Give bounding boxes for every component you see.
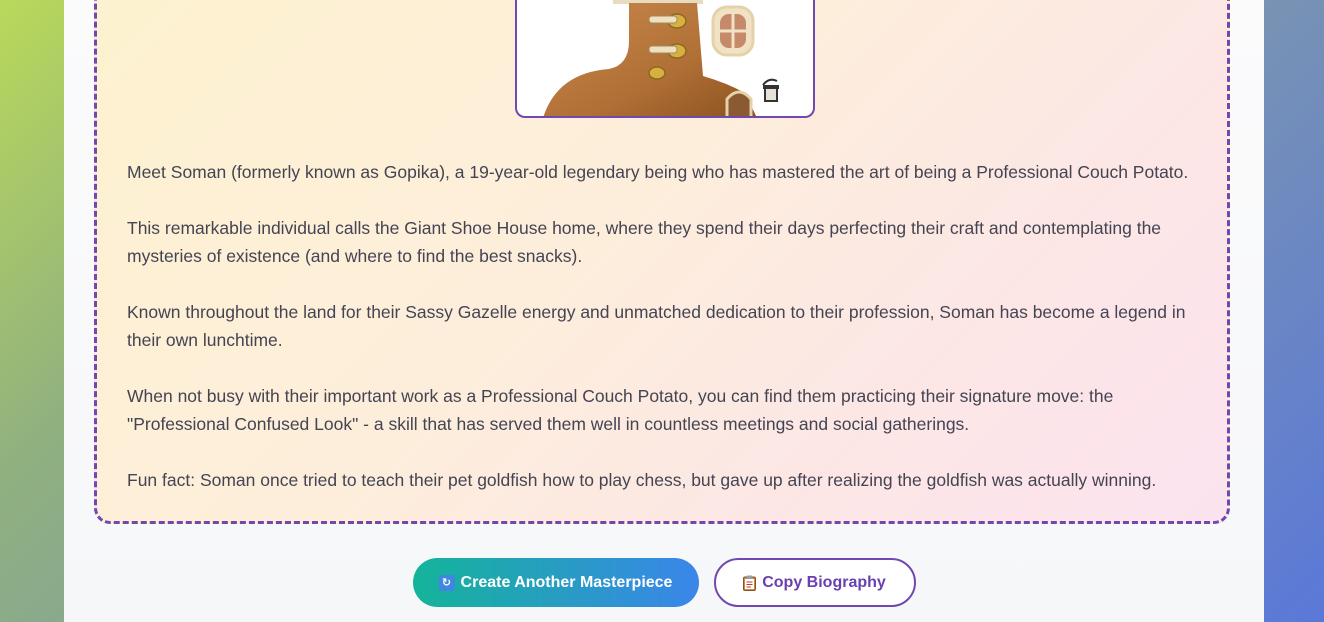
biography-paragraph: This remarkable individual calls the Gia…	[127, 218, 1162, 266]
clipboard-icon	[743, 575, 757, 591]
refresh-icon: ↻	[438, 574, 455, 591]
shoe-house-illustration	[543, 0, 779, 116]
action-buttons: ↻ Create Another Masterpiece Copy Biogra…	[64, 558, 1264, 607]
generated-image	[515, 0, 815, 118]
biography-paragraph: Meet Soman (formerly known as Gopika), a…	[127, 162, 1189, 182]
biography-paragraph: Fun fact: Soman once tried to teach thei…	[127, 470, 1157, 490]
result-card: Meet Soman (formerly known as Gopika), a…	[64, 0, 1264, 622]
biography-paragraph: When not busy with their important work …	[127, 386, 1114, 434]
copy-biography-label: Copy Biography	[762, 573, 886, 591]
create-another-label: Create Another Masterpiece	[460, 573, 673, 591]
copy-biography-button[interactable]: Copy Biography	[713, 558, 916, 607]
create-another-button[interactable]: ↻ Create Another Masterpiece	[412, 558, 699, 607]
biography-text: Meet Soman (formerly known as Gopika), a…	[127, 158, 1207, 522]
biography-paragraph: Known throughout the land for their Sass…	[127, 302, 1186, 350]
biography-box: Meet Soman (formerly known as Gopika), a…	[94, 0, 1230, 524]
